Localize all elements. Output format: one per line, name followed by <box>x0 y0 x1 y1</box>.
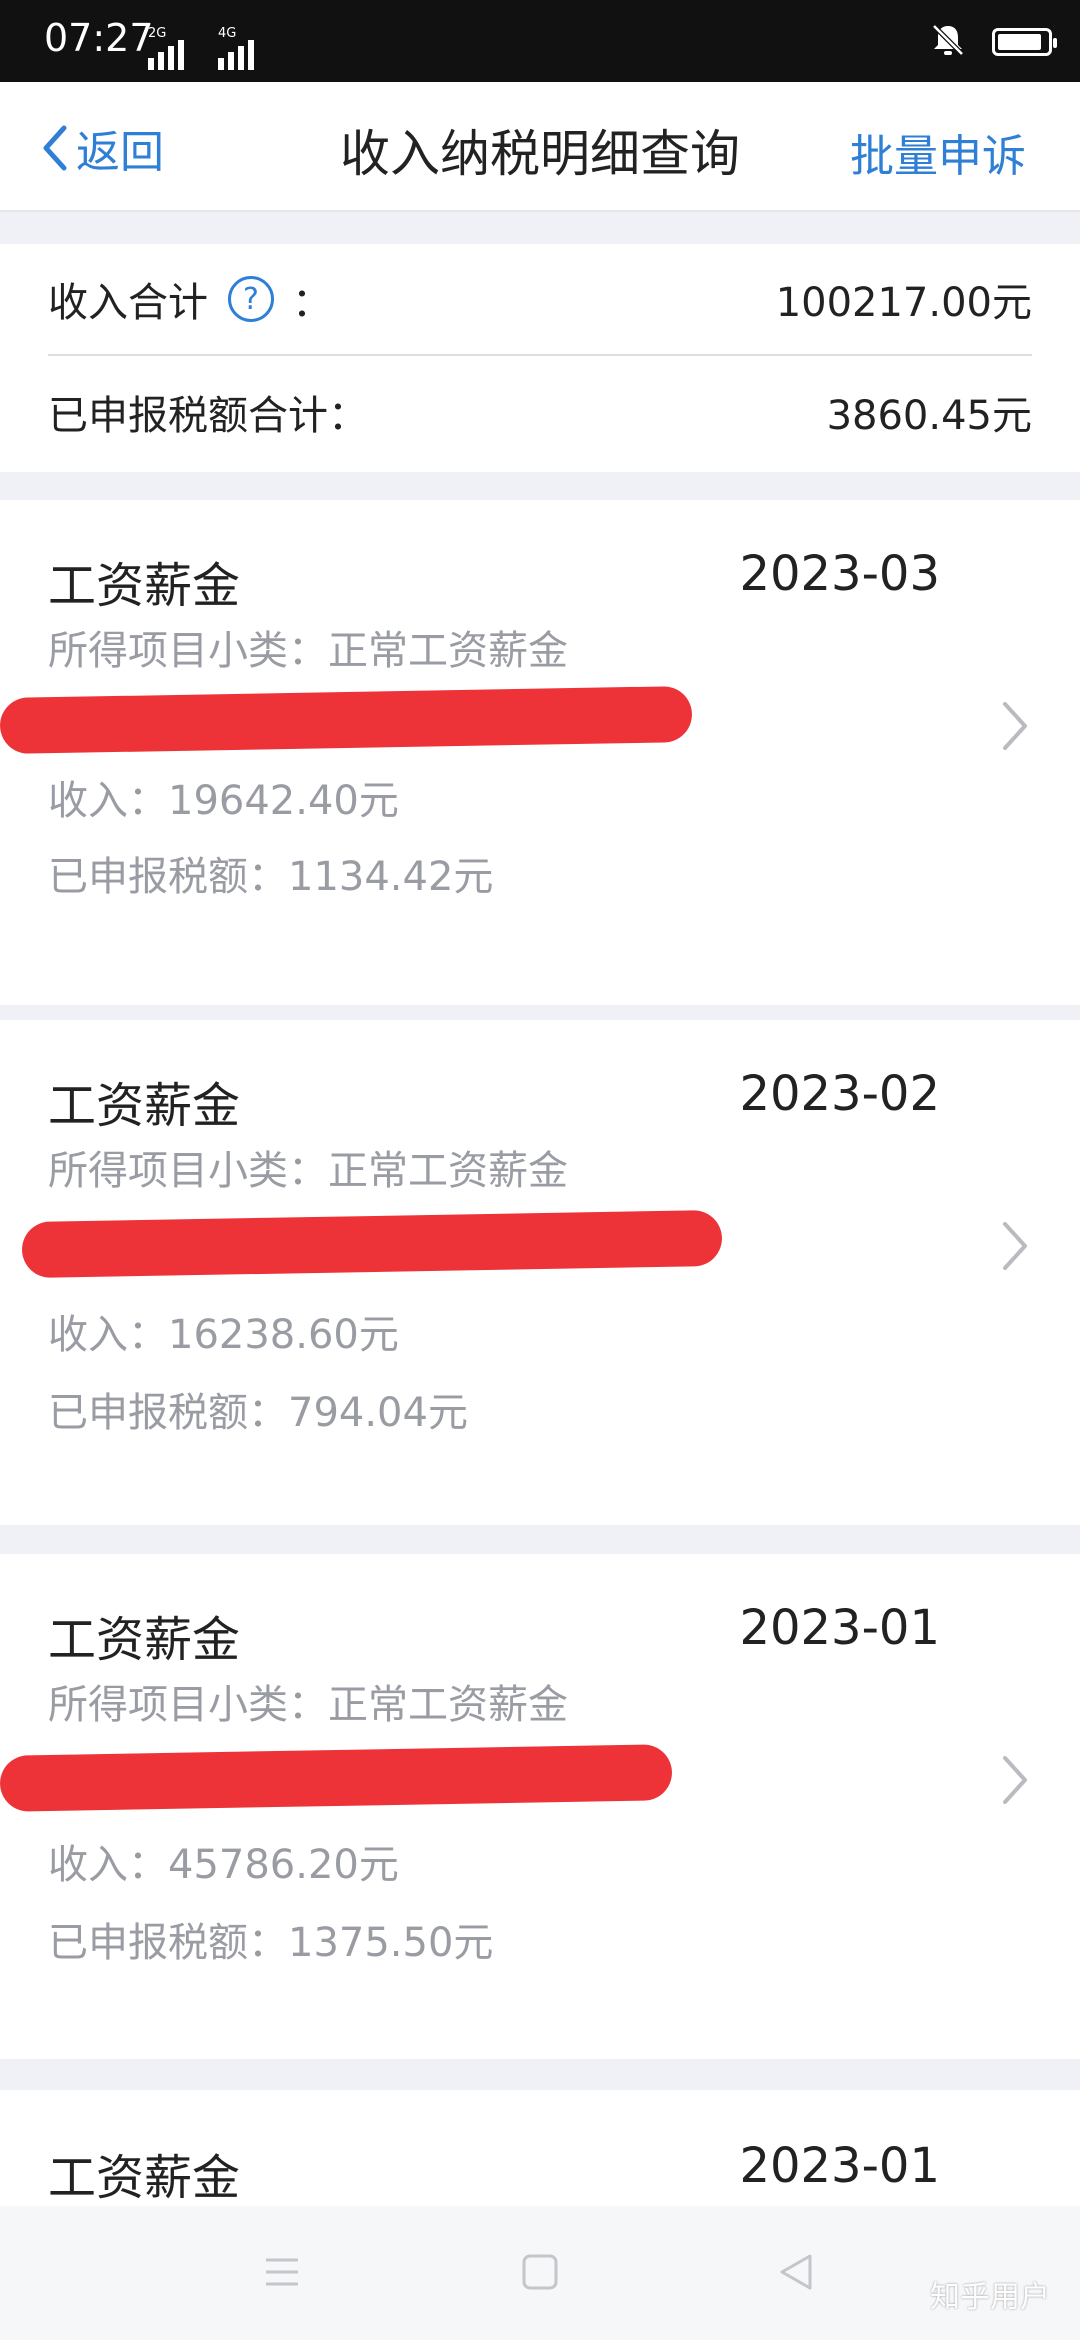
record-income: 收入：16238.60元 <box>48 1312 399 1358</box>
mute-vibrate-icon <box>928 20 968 64</box>
home-icon[interactable] <box>520 2252 560 2292</box>
record-month: 2023-01 <box>739 1600 940 1656</box>
record-subcategory: 所得项目小类：正常工资薪金 <box>48 628 568 674</box>
income-total-value: 100217.00元 <box>775 280 1032 326</box>
batch-appeal-button[interactable]: 批量申诉 <box>850 120 1026 184</box>
battery-icon <box>992 28 1057 56</box>
record-month: 2023-03 <box>739 546 940 602</box>
tax-total-label: 已申报税额合计： <box>48 393 368 439</box>
redaction-mark <box>0 1744 673 1812</box>
redaction-mark <box>21 1209 723 1279</box>
income-total-row: 收入合计 ? ： 100217.00元 <box>48 244 1032 356</box>
record-card[interactable]: 工资薪金 2023-02 所得项目小类：正常工资薪金 收入：16238.60元 … <box>0 1020 1080 1525</box>
clock: 07:27 <box>44 16 154 60</box>
record-card[interactable]: 工资薪金 2023-03 所得项目小类：正常工资薪金 收入：19642.40元 … <box>0 500 1080 1005</box>
chevron-right-icon <box>1003 1756 1027 1804</box>
record-tax: 已申报税额：1375.50元 <box>48 1920 494 1966</box>
record-tax: 已申报税额：794.04元 <box>48 1390 468 1436</box>
chevron-right-icon <box>1003 702 1027 750</box>
redaction-mark <box>0 685 693 755</box>
record-month: 2023-01 <box>739 2138 940 2194</box>
record-subcategory: 所得项目小类：正常工资薪金 <box>48 1682 568 1728</box>
record-income: 收入：45786.20元 <box>48 1842 399 1888</box>
nav-bar: 返回 收入纳税明细查询 批量申诉 <box>0 82 1080 212</box>
record-type: 工资薪金 <box>48 1078 241 1134</box>
back-triangle-icon[interactable] <box>776 2252 816 2292</box>
chevron-right-icon <box>1003 1222 1027 1270</box>
system-nav-bar: 知乎用户 <box>0 2206 1080 2340</box>
income-total-label: 收入合计 <box>48 280 208 326</box>
signal-2g-icon: 2G <box>148 26 194 70</box>
tax-total-row: 已申报税额合计： 3860.45元 <box>48 356 1032 468</box>
record-type: 工资薪金 <box>48 558 241 614</box>
record-type: 工资薪金 <box>48 2150 241 2206</box>
record-month: 2023-02 <box>739 1066 940 1122</box>
menu-icon[interactable] <box>262 2252 302 2292</box>
summary-panel: 收入合计 ? ： 100217.00元 已申报税额合计： 3860.45元 <box>0 244 1080 472</box>
status-bar: 07:27 2G 4G <box>0 0 1080 82</box>
record-card[interactable]: 工资薪金 2023-01 <box>0 2090 1080 2206</box>
record-subcategory: 所得项目小类：正常工资薪金 <box>48 1148 568 1194</box>
watermark: 知乎用户 <box>930 2280 1050 2315</box>
record-tax: 已申报税额：1134.42元 <box>48 854 494 900</box>
record-type: 工资薪金 <box>48 1612 241 1668</box>
tax-total-value: 3860.45元 <box>826 393 1032 439</box>
signal-4g-icon: 4G <box>218 26 264 70</box>
income-total-colon: ： <box>292 280 332 326</box>
record-card[interactable]: 工资薪金 2023-01 所得项目小类：正常工资薪金 收入：45786.20元 … <box>0 1554 1080 2059</box>
record-income: 收入：19642.40元 <box>48 778 399 824</box>
help-icon[interactable]: ? <box>228 276 274 322</box>
